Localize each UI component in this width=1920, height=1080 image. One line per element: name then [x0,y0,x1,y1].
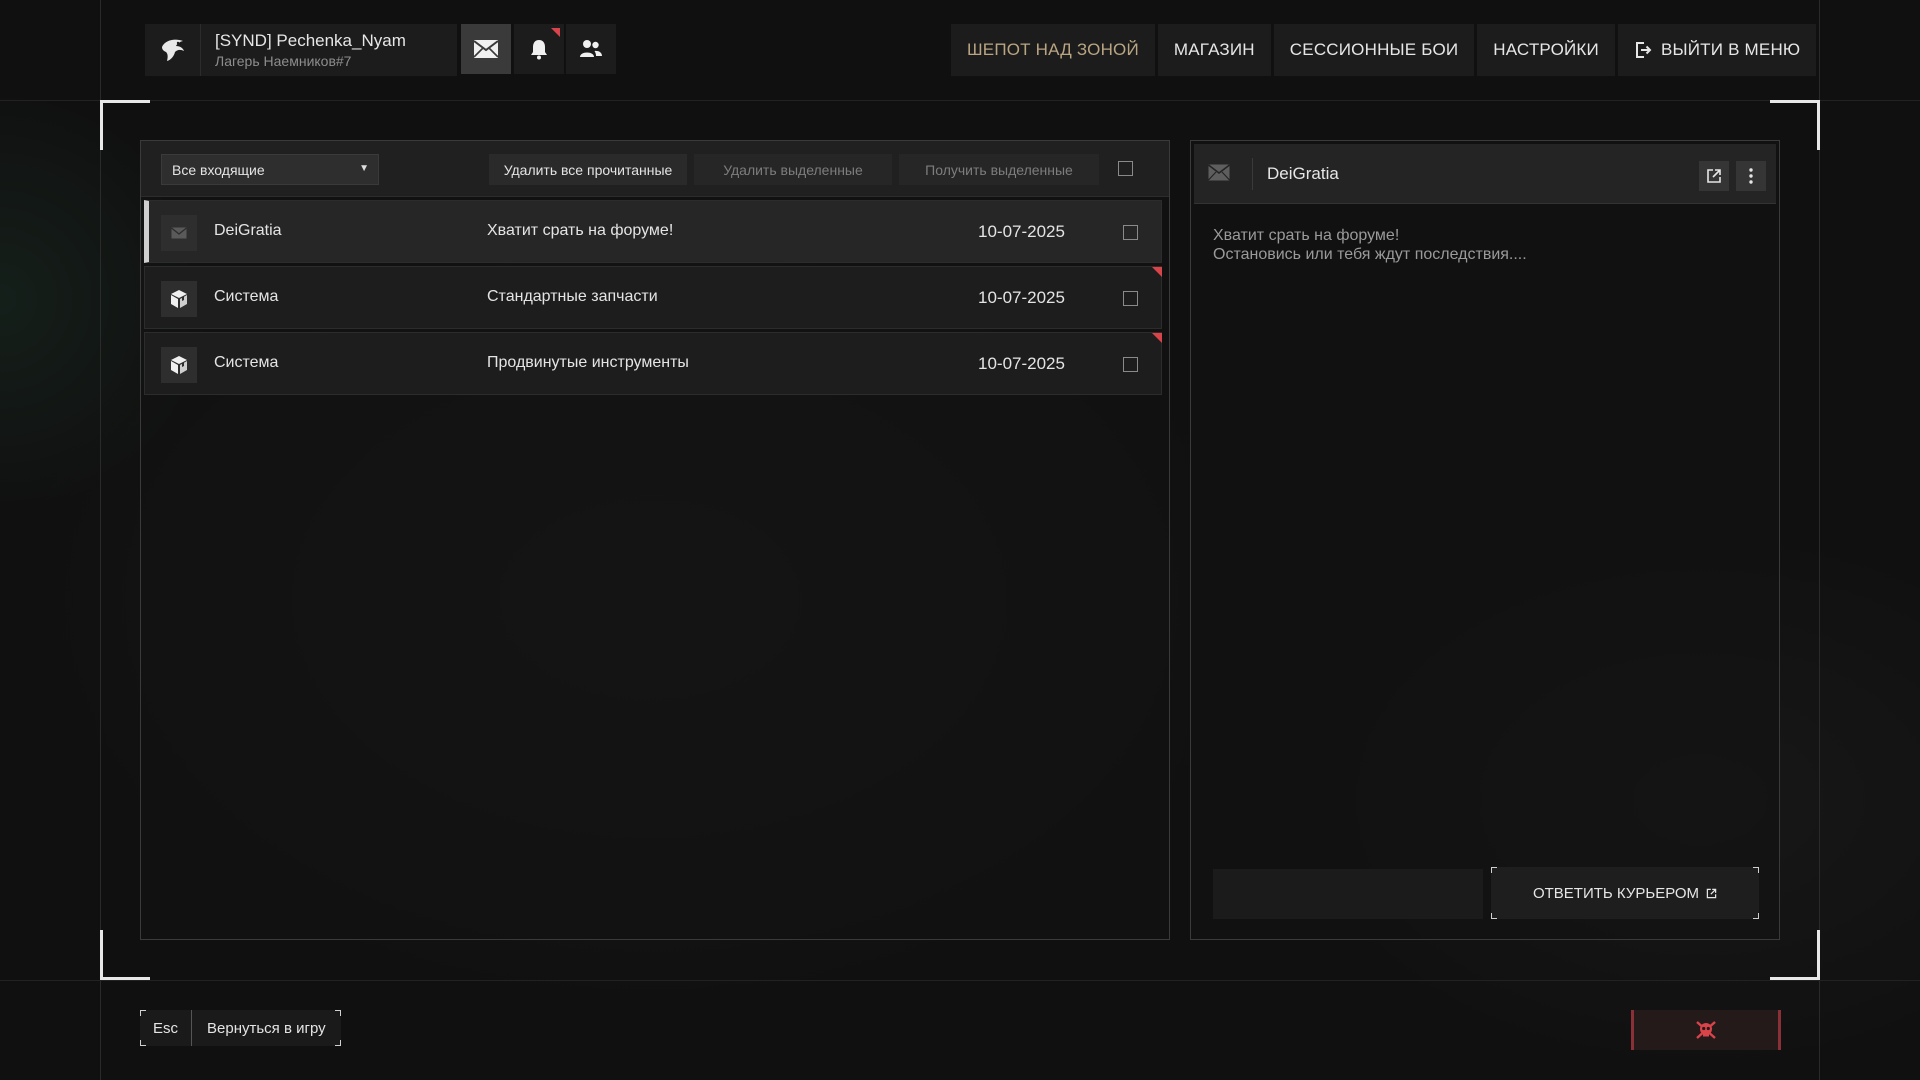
message-subject: Продвинутые инструменты [487,354,689,371]
message-body-line: Остановись или тебя ждут последствия.... [1213,246,1527,263]
reply-input-area [1213,869,1483,919]
nav-item-settings[interactable]: НАСТРОЙКИ [1477,24,1615,76]
external-link-icon [1706,888,1717,899]
message-checkbox[interactable] [1123,357,1138,372]
friends-icon [580,40,602,57]
nav-item-label: ШЕПОТ НАД ЗОНОЙ [967,40,1139,59]
frame-line-top [0,100,1920,101]
message-row[interactable]: DeiGratia Хватит срать на форуме! 10-07-… [144,200,1162,263]
bracket [1491,913,1497,919]
unread-indicator [1152,267,1162,277]
message-sender: Система [214,288,279,305]
inbox-toolbar: Все входящие ▼ Удалить все прочитанные У… [141,141,1169,197]
exit-icon [1634,41,1652,59]
inbox-filter-select[interactable]: Все входящие ▼ [161,154,379,185]
danger-skull-button[interactable] [1631,1010,1781,1050]
unread-indicator [1152,333,1162,343]
frame-line-left [100,0,101,1080]
external-link-icon [1707,169,1721,183]
bracket [140,1040,146,1046]
inbox-panel: Все входящие ▼ Удалить все прочитанные У… [140,140,1170,940]
message-subject: Стандартные запчасти [487,288,658,305]
bracket [334,1010,341,1016]
nav-item-label: ВЫЙТИ В МЕНЮ [1660,40,1801,59]
package-icon [161,347,197,383]
button-label: Удалить все прочитанные [503,161,673,178]
skull-crossbones-icon [1696,1021,1716,1039]
button-label: Получить выделенные [925,161,1073,178]
mail-icon [161,215,197,251]
message-reader: DeiGratia Хватит срать на форуме! Остано… [1190,140,1780,940]
message-checkbox[interactable] [1123,291,1138,306]
back-to-game-label: Вернуться в игру [207,1019,326,1037]
user-card[interactable]: [SYND] Pechenka_Nyam Лагерь Наемников#7 [145,24,457,76]
button-label: Удалить выделенные [723,161,863,178]
delete-read-button[interactable]: Удалить все прочитанные [489,154,687,185]
nav-item-whisper[interactable]: ШЕПОТ НАД ЗОНОЙ [951,24,1155,76]
package-icon [161,281,197,317]
mail-button[interactable] [461,24,511,74]
nav-item-label: НАСТРОЙКИ [1493,40,1599,59]
delete-selected-button[interactable]: Удалить выделенные [694,154,892,185]
button-label: ОТВЕТИТЬ КУРЬЕРОМ [1532,884,1700,902]
back-to-game-button[interactable]: Esc Вернуться в игру [140,1010,341,1046]
message-sender: DeiGratia [214,222,282,239]
receive-selected-button[interactable]: Получить выделенные [899,154,1099,185]
frame-line-bottom [0,980,1920,981]
bell-icon [531,40,547,60]
nav-item-exit-menu[interactable]: ВЫЙТИ В МЕНЮ [1617,24,1817,76]
message-body: Хватит срать на форуме! Остановись или т… [1213,226,1527,264]
main-nav: ШЕПОТ НАД ЗОНОЙ МАГАЗИН СЕССИОННЫЕ БОИ Н… [951,24,1817,76]
inbox-filter-value: Все входящие [172,161,265,178]
esc-key-label: Esc [140,1010,193,1046]
message-date: 10-07-2025 [978,222,1065,241]
message-subject: Хватит срать на форуме! [487,222,674,239]
message-date: 10-07-2025 [978,354,1065,373]
kebab-menu-icon [1749,168,1753,184]
bracket [1753,867,1759,873]
nav-item-label: СЕССИОННЫЕ БОИ [1289,40,1459,59]
message-sender: Система [214,354,279,371]
header-divider [1252,158,1253,190]
mail-icon [473,40,499,58]
bracket [1491,867,1497,873]
reader-header: DeiGratia [1194,144,1776,204]
select-all-checkbox[interactable] [1118,161,1133,176]
message-checkbox[interactable] [1123,225,1138,240]
nav-item-session-battles[interactable]: СЕССИОННЫЕ БОИ [1273,24,1475,76]
mail-icon [1208,164,1230,186]
message-list: DeiGratia Хватит срать на форуме! 10-07-… [144,200,1162,398]
reply-courier-button[interactable]: ОТВЕТИТЬ КУРЬЕРОМ [1491,867,1759,919]
notification-indicator [551,28,560,37]
reader-sender: DeiGratia [1267,164,1339,183]
caret-down-icon: ▼ [359,163,369,174]
nav-item-label: МАГАЗИН [1173,40,1255,59]
bracket [1753,913,1759,919]
nav-item-shop[interactable]: МАГАЗИН [1157,24,1271,76]
bracket [140,1010,146,1016]
message-date: 10-07-2025 [978,288,1065,307]
user-name: [SYND] Pechenka_Nyam [215,31,406,50]
user-subtitle: Лагерь Наемников#7 [215,53,352,69]
message-body-line: Хватит срать на форуме! [1213,227,1400,244]
bracket [334,1040,341,1046]
open-external-button[interactable] [1699,161,1729,191]
more-options-button[interactable] [1736,161,1766,191]
message-row[interactable]: Система Продвинутые инструменты 10-07-20… [144,332,1162,395]
frame-line-right [1819,0,1820,1080]
message-row[interactable]: Система Стандартные запчасти 10-07-2025 [144,266,1162,329]
eagle-logo-icon [145,24,201,76]
friends-button[interactable] [566,24,616,74]
notifications-button[interactable] [514,24,564,74]
